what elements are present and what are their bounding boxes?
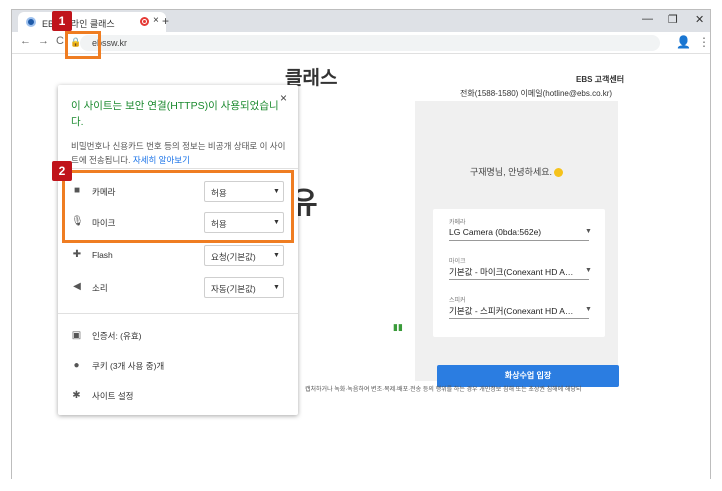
site-settings-row[interactable]: ✱ 사이트 설정: [58, 385, 298, 407]
tab-close-button[interactable]: ×: [153, 15, 159, 26]
divider: [449, 240, 589, 241]
menu-icon[interactable]: ⋮: [698, 35, 710, 49]
caret-down-icon: ▼: [585, 228, 592, 235]
certificate-row[interactable]: ▣ 인증서: (유효): [58, 325, 298, 347]
gear-icon: ✱: [72, 390, 81, 401]
secure-connection-title: 이 사이트는 보안 연결(HTTPS)이 사용되었습니다.: [71, 100, 279, 128]
cookies-row[interactable]: ● 쿠키 (3개 사용 중)개: [58, 355, 298, 377]
highlight-box-lock: [65, 31, 101, 59]
select-value: 요청(기본값): [211, 252, 256, 262]
device-panel: 구재명님, 안녕하세요. 카메라 LG Camera (0bda:562e) ▼…: [415, 101, 619, 387]
new-tab-button[interactable]: +: [162, 14, 169, 28]
caret-down-icon: ▼: [585, 306, 592, 313]
divider: [449, 279, 589, 280]
site-info-popup: × 이 사이트는 보안 연결(HTTPS)이 사용되었습니다. 비밀번호나 신용…: [58, 85, 298, 415]
puzzle-icon: ✚: [72, 249, 82, 260]
caret-down-icon: ▼: [585, 267, 592, 274]
permission-label: Flash: [92, 250, 113, 260]
popup-close-button[interactable]: ×: [280, 91, 287, 105]
window-close-button[interactable]: ✕: [695, 13, 704, 26]
learn-more-link[interactable]: 자세히 알아보기: [133, 155, 190, 165]
minimize-button[interactable]: —: [642, 13, 653, 25]
permission-label: 소리: [92, 283, 108, 293]
divider: [449, 318, 589, 319]
screenshot-root: EBS 온라인 클래스 × + — ❐ ✕ ← → C 🔒 ebssw.kr 👤…: [0, 0, 722, 491]
caret-down-icon: ▼: [273, 284, 280, 291]
reload-button[interactable]: C: [56, 35, 64, 47]
cookie-icon: ●: [73, 360, 80, 371]
cookies-label: 쿠키 (3개 사용 중)개: [92, 361, 165, 371]
audio-level-icon: ▮▮: [393, 322, 403, 332]
address-bar: ← → C 🔒 ebssw.kr 👤 ⋮: [12, 32, 710, 54]
support-center-title: EBS 고객센터: [576, 75, 625, 84]
select-value: 자동(기본값): [211, 284, 256, 294]
permission-row-flash: ✚ Flash 요청(기본값) ▼: [58, 243, 298, 269]
mic-label: 마이크: [449, 259, 466, 265]
back-button[interactable]: ←: [20, 35, 31, 47]
camera-label: 카메라: [449, 220, 466, 226]
sound-permission-select[interactable]: 자동(기본값) ▼: [204, 277, 284, 298]
divider: [58, 313, 298, 314]
certificate-label: 인증서: (유효): [92, 331, 142, 341]
device-card: 카메라 LG Camera (0bda:562e) ▼ 마이크 기본값 - 마이…: [433, 209, 605, 337]
ebs-favicon-icon: [26, 17, 36, 27]
speaker-icon: ◀: [73, 281, 81, 292]
maximize-button[interactable]: ❐: [668, 13, 678, 26]
greeting: 구재명님, 안녕하세요.: [415, 165, 618, 178]
secure-connection-description: 비밀번호나 신용카드 번호 등의 정보는 비공개 상태로 이 사이트에 전송됩니…: [71, 139, 286, 167]
footer-notice: 캡처하거나 녹화·녹음하여 변조·복제·배포·전송 등의 행위를 하는 경우 개…: [305, 387, 582, 393]
tab-bar: EBS 온라인 클래스 × + — ❐ ✕: [12, 10, 710, 32]
recording-indicator-icon: [140, 17, 149, 26]
browser-tab[interactable]: EBS 온라인 클래스 ×: [18, 12, 166, 32]
speaker-label: 스피커: [449, 298, 466, 304]
flash-permission-select[interactable]: 요청(기본값) ▼: [204, 245, 284, 266]
certificate-icon: ▣: [71, 330, 82, 341]
step-badge-1: 1: [52, 11, 72, 31]
site-settings-label: 사이트 설정: [92, 391, 134, 401]
support-contact: 전화(1588-1580) 이메일(hotline@ebs.co.kr): [460, 89, 613, 98]
forward-button[interactable]: →: [38, 35, 49, 47]
smile-icon: [554, 168, 564, 178]
camera-select[interactable]: LG Camera (0bda:562e): [449, 227, 541, 237]
permission-row-sound: ◀ 소리 자동(기본값) ▼: [58, 275, 298, 301]
omnibox[interactable]: [80, 35, 660, 51]
account-icon[interactable]: 👤: [676, 35, 691, 49]
mic-select[interactable]: 기본값 - 마이크(Conexant HD A…: [449, 266, 573, 278]
highlight-box-permissions: [62, 170, 294, 243]
caret-down-icon: ▼: [273, 252, 280, 259]
divider: [58, 168, 298, 169]
step-badge-2: 2: [52, 161, 72, 181]
speaker-select[interactable]: 기본값 - 스피커(Conexant HD A…: [449, 305, 573, 317]
greeting-text: 구재명님, 안녕하세요.: [469, 167, 553, 177]
